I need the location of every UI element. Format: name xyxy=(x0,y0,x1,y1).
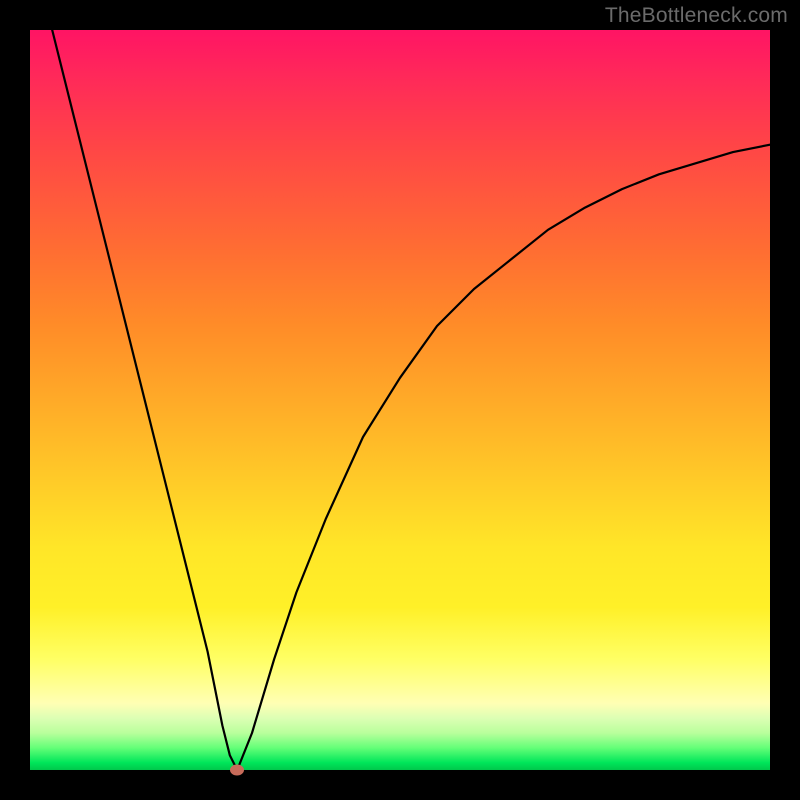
watermark-text: TheBottleneck.com xyxy=(605,4,788,28)
minimum-marker-dot xyxy=(230,765,244,776)
plot-area xyxy=(30,30,770,770)
curve-path xyxy=(52,30,770,770)
chart-frame: TheBottleneck.com xyxy=(0,0,800,800)
bottleneck-curve xyxy=(30,30,770,770)
